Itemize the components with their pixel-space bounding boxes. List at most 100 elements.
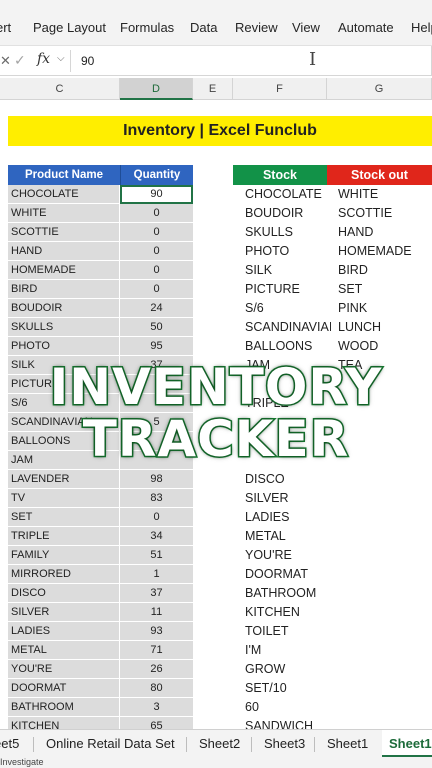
enter-icon[interactable]: ✓ <box>14 52 26 69</box>
quantity-cell[interactable]: 37 <box>120 584 193 603</box>
quantity-cell[interactable]: 83 <box>120 489 193 508</box>
quantity-cell[interactable]: 0 <box>120 204 193 223</box>
quantity-cell[interactable]: 1 <box>120 565 193 584</box>
list-item[interactable]: SET/10 <box>245 679 331 698</box>
list-item[interactable]: HAND <box>338 223 432 242</box>
quantity-cell[interactable]: 26 <box>120 660 193 679</box>
list-item[interactable]: SILVER <box>245 489 331 508</box>
tab-data[interactable]: Data <box>190 20 217 35</box>
quantity-cell[interactable]: 93 <box>120 622 193 641</box>
column-header-c[interactable]: C <box>0 78 120 100</box>
product-name-cell[interactable]: LADIES <box>8 622 120 641</box>
product-name-cell[interactable]: WHITE <box>8 204 120 223</box>
product-name-cell[interactable]: SKULLS <box>8 318 120 337</box>
list-item[interactable]: SILK <box>245 261 331 280</box>
sheet-tab-sheet1[interactable]: Sheet1 <box>327 730 368 758</box>
quantity-cell[interactable]: 50 <box>120 318 193 337</box>
quantity-cell[interactable]: 95 <box>120 337 193 356</box>
column-header-f[interactable]: F <box>233 78 327 100</box>
chevron-down-icon[interactable]: ⌵ <box>57 53 65 64</box>
product-name-cell[interactable]: HAND <box>8 242 120 261</box>
list-item[interactable]: CHOCOLATE <box>245 185 331 204</box>
list-item[interactable]: SET <box>338 280 432 299</box>
tab-automate[interactable]: Automate <box>338 20 394 35</box>
product-name-cell[interactable]: SET <box>8 508 120 527</box>
quantity-cell[interactable]: 90 <box>120 185 193 204</box>
list-item[interactable]: WHITE <box>338 185 432 204</box>
list-item[interactable]: LADIES <box>245 508 331 527</box>
quantity-cell[interactable]: 34 <box>120 527 193 546</box>
list-item[interactable]: BALLOONS <box>245 337 331 356</box>
tab-view[interactable]: View <box>292 20 320 35</box>
list-item[interactable]: DOORMAT <box>245 565 331 584</box>
product-name-cell[interactable]: CHOCOLATE <box>8 185 120 204</box>
quantity-cell[interactable]: 0 <box>120 261 193 280</box>
quantity-cell[interactable]: 51 <box>120 546 193 565</box>
status-bar: Investigate <box>0 757 432 768</box>
list-item[interactable]: SCOTTIE <box>338 204 432 223</box>
sheet-tab-sheet5[interactable]: eet5 <box>0 730 19 758</box>
list-item[interactable]: KITCHEN <box>245 603 331 622</box>
product-name-cell[interactable]: DISCO <box>8 584 120 603</box>
tab-help[interactable]: Help <box>411 20 432 35</box>
list-item[interactable]: 60 <box>245 698 331 717</box>
column-header-e[interactable]: E <box>193 78 233 100</box>
list-item[interactable]: BATHROOM <box>245 584 331 603</box>
list-item[interactable]: DISCO <box>245 470 331 489</box>
list-item[interactable]: I'M <box>245 641 331 660</box>
product-name-cell[interactable]: SILVER <box>8 603 120 622</box>
list-item[interactable]: BOUDOIR <box>245 204 331 223</box>
product-name-cell[interactable]: PHOTO <box>8 337 120 356</box>
product-name-cell[interactable]: LAVENDER <box>8 470 120 489</box>
sheet-tab-sheet2[interactable]: Sheet2 <box>199 730 240 758</box>
list-item[interactable]: BIRD <box>338 261 432 280</box>
quantity-cell[interactable]: 71 <box>120 641 193 660</box>
column-header-d[interactable]: D <box>120 78 193 100</box>
list-item[interactable]: TOILET <box>245 622 331 641</box>
product-name-cell[interactable]: DOORMAT <box>8 679 120 698</box>
product-name-cell[interactable]: SCOTTIE <box>8 223 120 242</box>
product-name-cell[interactable]: METAL <box>8 641 120 660</box>
tab-formulas[interactable]: Formulas <box>120 20 174 35</box>
list-item[interactable]: SKULLS <box>245 223 331 242</box>
list-item[interactable]: HOMEMADE <box>338 242 432 261</box>
product-name-cell[interactable]: BOUDOIR <box>8 299 120 318</box>
tab-page-layout[interactable]: Page Layout <box>33 20 106 35</box>
list-item[interactable]: LUNCH <box>338 318 432 337</box>
quantity-cell[interactable]: 80 <box>120 679 193 698</box>
list-item[interactable]: SCANDINAVIAI <box>245 318 331 337</box>
fx-icon[interactable]: fx <box>37 51 50 67</box>
product-name-cell[interactable]: MIRRORED <box>8 565 120 584</box>
product-name-cell[interactable]: YOU'RE <box>8 660 120 679</box>
quantity-cell[interactable]: 0 <box>120 508 193 527</box>
formula-input[interactable]: 90 <box>81 54 94 68</box>
list-item[interactable]: PHOTO <box>245 242 331 261</box>
cancel-icon[interactable]: ✕ <box>0 53 11 69</box>
column-header-g[interactable]: G <box>327 78 432 100</box>
list-item[interactable]: GROW <box>245 660 331 679</box>
product-name-cell[interactable]: TRIPLE <box>8 527 120 546</box>
quantity-cell[interactable]: 3 <box>120 698 193 717</box>
sheet-tab-online-retail[interactable]: Online Retail Data Set <box>46 730 175 758</box>
list-item[interactable]: PICTURE <box>245 280 331 299</box>
list-item[interactable]: PINK <box>338 299 432 318</box>
product-name-cell[interactable]: TV <box>8 489 120 508</box>
tab-review[interactable]: Review <box>235 20 278 35</box>
product-name-cell[interactable]: BIRD <box>8 280 120 299</box>
product-name-cell[interactable]: FAMILY <box>8 546 120 565</box>
list-item[interactable]: S/6 <box>245 299 331 318</box>
product-name-cell[interactable]: BATHROOM <box>8 698 120 717</box>
product-name-cell[interactable]: HOMEMADE <box>8 261 120 280</box>
quantity-cell[interactable]: 24 <box>120 299 193 318</box>
quantity-cell[interactable]: 0 <box>120 223 193 242</box>
quantity-cell[interactable]: 0 <box>120 280 193 299</box>
quantity-cell[interactable]: 98 <box>120 470 193 489</box>
list-item[interactable]: METAL <box>245 527 331 546</box>
tab-insert[interactable]: ert <box>0 20 11 35</box>
list-item[interactable]: WOOD <box>338 337 432 356</box>
sheet-tab-sheet3[interactable]: Sheet3 <box>264 730 305 758</box>
list-item[interactable]: YOU'RE <box>245 546 331 565</box>
quantity-cell[interactable]: 0 <box>120 242 193 261</box>
quantity-cell[interactable]: 11 <box>120 603 193 622</box>
sheet-tab-sheet1-active[interactable]: Sheet1 <box>382 730 432 758</box>
